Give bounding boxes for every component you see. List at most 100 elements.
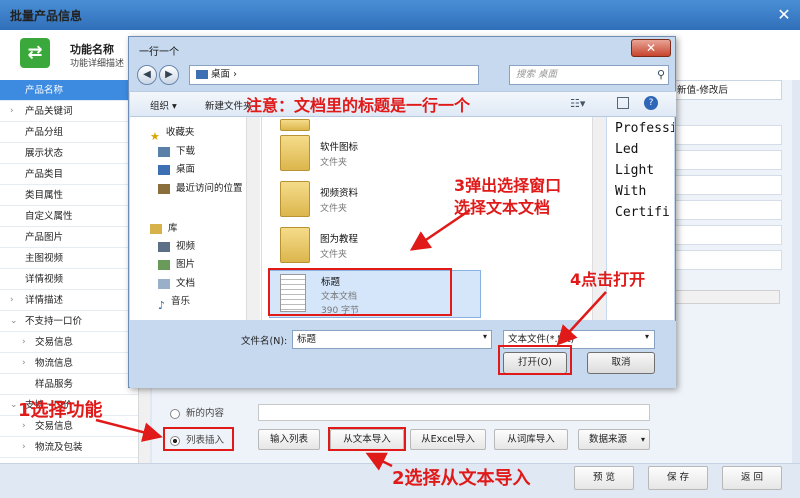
filename-input[interactable]: 标题: [292, 330, 492, 349]
annotation-step4: 4点击打开: [570, 270, 646, 289]
chevron-right-icon: ›: [22, 358, 26, 368]
file-name[interactable]: 软件图标: [320, 139, 358, 153]
address-text: 桌面: [211, 69, 231, 80]
nav-item-pictures[interactable]: 图片: [158, 256, 195, 274]
file-name[interactable]: 图为教程: [320, 231, 358, 245]
sidebar-item-label: 交易信息: [35, 337, 74, 348]
sidebar-item-label: 物流信息: [35, 358, 74, 369]
save-button[interactable]: 保 存: [648, 466, 708, 490]
nav-item-desktop[interactable]: 桌面: [158, 161, 195, 179]
chevron-right-icon: ›: [10, 106, 14, 116]
function-description: 功能详细描述: [70, 59, 125, 69]
music-library-icon: ♪: [158, 298, 166, 312]
import-from-excel-button[interactable]: 从Excel导入: [410, 429, 486, 450]
chevron-down-icon[interactable]: ▾: [645, 332, 649, 341]
chevron-down-icon[interactable]: ▾: [483, 332, 487, 341]
dialog-close-icon[interactable]: ✕: [631, 39, 671, 57]
back-button[interactable]: 返 回: [722, 466, 782, 490]
annotation-step2: 2选择从文本导入: [392, 468, 531, 489]
nav-item-videos[interactable]: 视频: [158, 238, 195, 256]
data-source-dropdown[interactable]: 数据来源 ▾: [578, 429, 650, 450]
back-arrow-icon[interactable]: ◀: [137, 65, 157, 85]
search-icon[interactable]: ⚲: [657, 68, 665, 81]
sidebar-item-status[interactable]: 展示状态: [0, 143, 140, 164]
sidebar-item-label: 产品类目: [25, 169, 64, 180]
sidebar-item-images[interactable]: 产品图片: [0, 227, 140, 248]
table-row[interactable]: [672, 250, 782, 270]
file-type: 文件夹: [320, 158, 348, 168]
option-new-content[interactable]: 新的内容: [170, 405, 224, 421]
preview-button[interactable]: 预 览: [574, 466, 634, 490]
search-input[interactable]: 搜索 桌面: [509, 65, 669, 85]
sidebar-item-label: 展示状态: [25, 148, 64, 159]
nav-item-downloads[interactable]: 下载: [158, 143, 195, 161]
sidebar-item-detail-video[interactable]: 详情视频: [0, 269, 140, 290]
address-bar[interactable]: 桌面 ›: [189, 65, 479, 85]
annotation-step1: 1选择功能: [18, 400, 103, 421]
sidebar-item-label: 物流及包装: [35, 442, 83, 453]
nav-item-favorites[interactable]: ★ 收藏夹: [150, 124, 194, 143]
window-title: 批量产品信息: [10, 9, 83, 23]
chevron-right-icon: ›: [10, 295, 14, 305]
filename-label: 文件名(N):: [241, 336, 288, 347]
table-row[interactable]: [672, 125, 782, 145]
radio-new-content[interactable]: [170, 408, 180, 419]
help-icon[interactable]: ?: [644, 96, 658, 110]
sidebar-item-logistics[interactable]: › 物流信息: [0, 353, 140, 374]
sidebar-item-category[interactable]: 产品类目: [0, 164, 140, 185]
navigation-scrollbar[interactable]: [246, 117, 260, 320]
sidebar-item-label: 详情描述: [25, 295, 64, 306]
sidebar-group-no-fixed-price[interactable]: ⌄ 不支持一口价: [0, 311, 140, 332]
table-row[interactable]: [672, 200, 782, 220]
sidebar-item-trade-info[interactable]: › 交易信息: [0, 332, 140, 353]
nav-item-libraries[interactable]: 库: [150, 220, 178, 238]
nav-item-documents[interactable]: 文档: [158, 275, 195, 293]
sidebar-item-main-video[interactable]: 主图视频: [0, 248, 140, 269]
file-open-dialog: 一行一个 ✕ ◀ ▶ 桌面 › 搜索 桌面 ⚲ 组织 ▾ 新建文件夹 ☷▾ ? …: [128, 36, 676, 388]
forward-arrow-icon[interactable]: ▶: [159, 65, 179, 85]
sidebar-item-detail-desc[interactable]: › 详情描述: [0, 290, 140, 311]
new-value-column-header: 新值-修改后: [672, 80, 782, 100]
input-list-button[interactable]: 输入列表: [258, 429, 320, 450]
horizontal-scrollbar[interactable]: [660, 290, 780, 304]
sidebar-item-label: 产品图片: [25, 232, 64, 243]
download-folder-icon: [158, 146, 170, 157]
sidebar-item-sample-service[interactable]: 样品服务: [0, 374, 140, 395]
table-row[interactable]: [672, 150, 782, 170]
sidebar-item-custom-attrs[interactable]: 自定义属性: [0, 206, 140, 227]
view-options-icon[interactable]: ☷▾: [570, 97, 585, 110]
sidebar-item-category-attrs[interactable]: 类目属性: [0, 185, 140, 206]
file-name[interactable]: 视频资料: [320, 185, 358, 199]
new-content-input[interactable]: [258, 404, 650, 421]
preview-pane-icon[interactable]: [617, 97, 629, 109]
data-source-label: 数据来源: [589, 434, 628, 445]
table-row[interactable]: [672, 225, 782, 245]
sidebar-item-logistics-packaging[interactable]: › 物流及包装: [0, 437, 140, 458]
sidebar-item-keywords[interactable]: › 产品关键词: [0, 101, 140, 122]
sidebar-item-label: 样品服务: [35, 379, 74, 390]
sidebar-item-group[interactable]: 产品分组: [0, 122, 140, 143]
video-library-icon: [158, 241, 170, 252]
batch-product-info-window: 批量产品信息 ✕ ⇄ 功能名称 功能详细描述 产品名称 › 产品关键词 产品分组 …: [0, 0, 800, 498]
annotation-note: 注意：文档里的标题是一行一个: [246, 96, 471, 115]
chevron-right-icon: ›: [233, 69, 237, 80]
sidebar-item-product-name[interactable]: 产品名称: [0, 80, 140, 101]
cancel-button[interactable]: 取消: [587, 352, 655, 374]
sidebar-item-label: 交易信息: [35, 421, 74, 432]
import-from-dict-button[interactable]: 从词库导入: [494, 429, 568, 450]
highlight-open-button: [498, 345, 572, 375]
table-row[interactable]: [672, 175, 782, 195]
folder-icon: [280, 119, 310, 131]
sidebar-item-label: 产品关键词: [25, 106, 73, 117]
organize-menu[interactable]: 组织 ▾: [150, 98, 177, 112]
nav-item-recent[interactable]: 最近访问的位置: [158, 180, 243, 198]
highlight-selected-file: [268, 268, 452, 316]
nav-item-music[interactable]: ♪ 音乐: [158, 293, 190, 312]
sidebar-item-label: 产品名称: [25, 85, 64, 96]
refresh-icon: ⇄: [20, 38, 50, 68]
chevron-right-icon: ›: [22, 337, 26, 347]
recent-places-icon: [158, 183, 170, 194]
close-icon[interactable]: ✕: [775, 6, 793, 24]
chevron-right-icon: ›: [22, 442, 26, 452]
sidebar-item-label: 主图视频: [25, 253, 64, 264]
